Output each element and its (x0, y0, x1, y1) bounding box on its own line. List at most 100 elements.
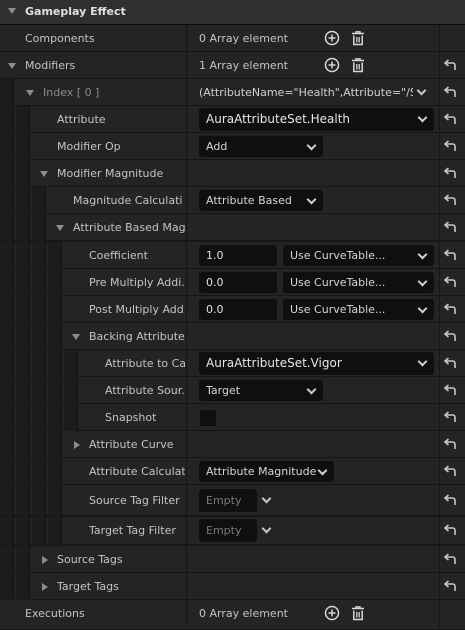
reset-to-default-icon[interactable] (441, 57, 459, 75)
components-value: 0 Array element (199, 32, 288, 45)
target-tags-row[interactable]: Target Tags (0, 573, 465, 600)
post-multiply-label: Post Multiply Add... (89, 303, 185, 316)
index-0-row[interactable]: Index [ 0 ] (AttributeName="Health",Attr… (0, 79, 465, 106)
target-tag-filter-label: Target Tag Filter (89, 524, 176, 537)
attribute-row: Attribute AuraAttributeSet.Health (0, 106, 465, 133)
add-circle-icon[interactable] (323, 56, 341, 74)
modifier-op-label: Modifier Op (57, 140, 121, 153)
chevron-down-icon[interactable] (261, 523, 272, 534)
attribute-based-magnitude-row[interactable]: Attribute Based Mag... (0, 214, 465, 241)
backing-attribute-row[interactable]: Backing Attribute (0, 323, 465, 350)
reset-to-default-icon[interactable] (441, 111, 459, 129)
chevron-down-icon (417, 276, 428, 287)
magnitude-calculation-row: Magnitude Calculati... Attribute Based (0, 187, 465, 214)
attribute-calculation-value: Attribute Magnitude (206, 465, 317, 478)
reset-to-default-icon[interactable] (441, 551, 459, 569)
magnitude-calculation-combo[interactable]: Attribute Based (199, 190, 323, 211)
reset-to-default-icon[interactable] (441, 165, 459, 183)
trash-icon[interactable] (349, 604, 367, 622)
reset-to-default-icon[interactable] (441, 192, 459, 210)
reset-to-default-icon[interactable] (441, 247, 459, 265)
post-multiply-input[interactable]: 0.0 (199, 299, 277, 320)
attribute-source-combo[interactable]: Target (199, 380, 323, 401)
chevron-down-icon (317, 465, 328, 476)
triangle-right-icon[interactable] (74, 441, 80, 449)
pre-multiply-row: Pre Multiply Addi... 0.0 Use CurveTable.… (0, 269, 465, 296)
pre-multiply-curve-value: Use CurveTable... (290, 276, 386, 289)
source-tag-filter-row: Source Tag Filter Empty (0, 485, 465, 516)
triangle-down-icon[interactable] (56, 225, 64, 231)
add-circle-icon[interactable] (323, 604, 341, 622)
modifier-op-row: Modifier Op Add (0, 133, 465, 160)
attribute-to-capture-value: AuraAttributeSet.Vigor (206, 356, 342, 370)
triangle-down-icon[interactable] (26, 90, 34, 96)
reset-to-default-icon[interactable] (441, 463, 459, 481)
add-circle-icon[interactable] (323, 29, 341, 47)
coefficient-curve-combo[interactable]: Use CurveTable... (283, 245, 434, 266)
pre-multiply-input[interactable]: 0.0 (199, 272, 277, 293)
attribute-to-capture-combo[interactable]: AuraAttributeSet.Vigor (199, 352, 434, 375)
chevron-down-icon (417, 249, 428, 260)
modifiers-row[interactable]: Modifiers 1 Array element (0, 52, 465, 79)
attribute-source-label: Attribute Sour... (105, 384, 185, 397)
post-multiply-row: Post Multiply Add... 0.0 Use CurveTable.… (0, 296, 465, 323)
reset-to-default-icon[interactable] (441, 578, 459, 596)
coefficient-label: Coefficient (89, 249, 148, 262)
reset-to-default-icon[interactable] (441, 138, 459, 156)
post-multiply-curve-value: Use CurveTable... (290, 303, 386, 316)
gameplay-effect-section-header[interactable]: Gameplay Effect (0, 0, 465, 25)
magnitude-calculation-value: Attribute Based (206, 194, 292, 207)
attribute-value: AuraAttributeSet.Health (206, 112, 351, 126)
trash-icon[interactable] (349, 56, 367, 74)
reset-to-default-icon[interactable] (441, 84, 459, 102)
attribute-calculation-combo[interactable]: Attribute Magnitude (199, 461, 334, 482)
components-label: Components (25, 32, 95, 45)
triangle-down-icon[interactable] (40, 171, 48, 177)
reset-to-default-icon[interactable] (441, 328, 459, 346)
snapshot-checkbox[interactable] (200, 410, 216, 426)
attribute-curve-row[interactable]: Attribute Curve (0, 431, 465, 458)
triangle-right-icon[interactable] (42, 583, 48, 591)
snapshot-label: Snapshot (105, 411, 157, 424)
pre-multiply-curve-combo[interactable]: Use CurveTable... (283, 272, 434, 293)
executions-label: Executions (25, 607, 85, 620)
triangle-right-icon[interactable] (42, 556, 48, 564)
trash-icon[interactable] (349, 29, 367, 47)
chevron-down-icon (417, 112, 428, 123)
pre-multiply-label: Pre Multiply Addi... (89, 276, 185, 289)
attribute-calculation-label: Attribute Calculat... (89, 465, 185, 478)
reset-to-default-icon[interactable] (441, 409, 459, 427)
triangle-down-icon[interactable] (8, 8, 16, 14)
target-tag-filter-box[interactable]: Empty (199, 519, 257, 542)
reset-to-default-icon[interactable] (441, 436, 459, 454)
reset-to-default-icon[interactable] (441, 301, 459, 319)
backing-attribute-label: Backing Attribute (89, 330, 185, 343)
attribute-curve-label: Attribute Curve (89, 438, 174, 451)
reset-to-default-icon[interactable] (441, 355, 459, 373)
reset-to-default-icon[interactable] (441, 522, 459, 540)
post-multiply-curve-combo[interactable]: Use CurveTable... (283, 299, 434, 320)
executions-row: Executions 0 Array element (0, 600, 465, 630)
modifier-magnitude-row[interactable]: Modifier Magnitude (0, 160, 465, 187)
attribute-source-value: Target (206, 384, 241, 397)
reset-to-default-icon[interactable] (441, 382, 459, 400)
triangle-down-icon[interactable] (8, 63, 16, 69)
chevron-down-icon[interactable] (416, 85, 427, 96)
coefficient-curve-value: Use CurveTable... (290, 249, 386, 262)
modifier-op-combo[interactable]: Add (199, 136, 323, 157)
chevron-down-icon (417, 303, 428, 314)
chevron-down-icon (306, 194, 317, 205)
triangle-down-icon[interactable] (72, 334, 80, 340)
source-tag-filter-label: Source Tag Filter (89, 494, 180, 507)
reset-to-default-icon[interactable] (441, 492, 459, 510)
source-tags-row[interactable]: Source Tags (0, 546, 465, 573)
target-tag-filter-row: Target Tag Filter Empty (0, 517, 465, 545)
coefficient-input[interactable]: 1.0 (199, 245, 277, 266)
magnitude-calculation-label: Magnitude Calculati... (73, 194, 183, 207)
reset-to-default-icon[interactable] (441, 219, 459, 237)
reset-to-default-icon[interactable] (441, 274, 459, 292)
snapshot-row: Snapshot (0, 404, 465, 431)
chevron-down-icon[interactable] (261, 493, 272, 504)
source-tag-filter-box[interactable]: Empty (199, 489, 257, 512)
attribute-combo[interactable]: AuraAttributeSet.Health (199, 108, 434, 131)
